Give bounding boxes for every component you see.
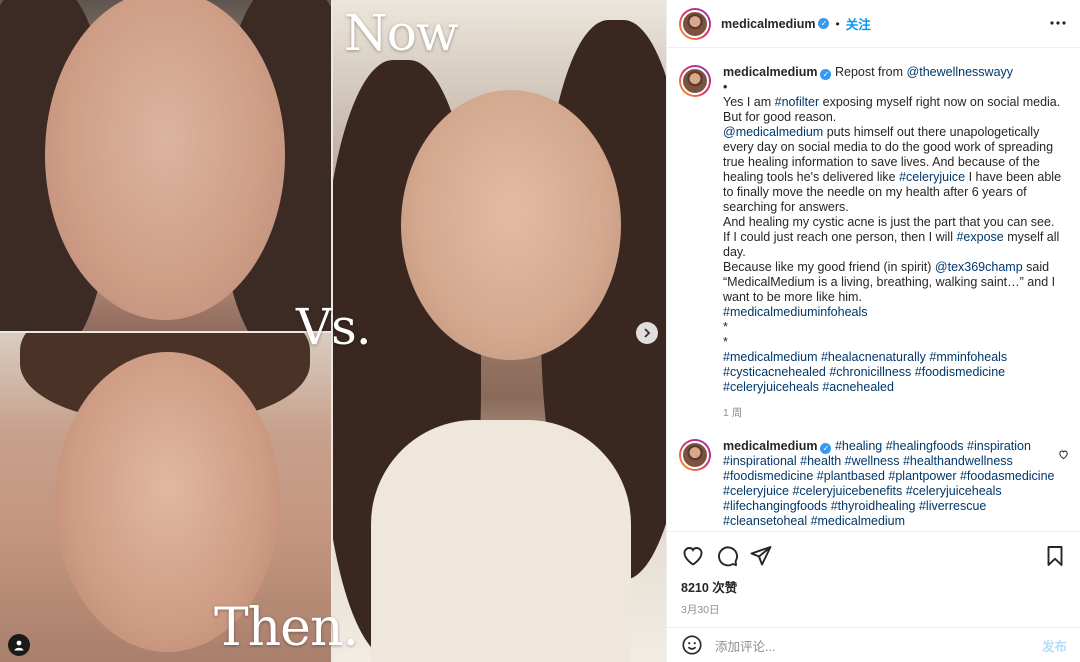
hashtag-line[interactable]: #lifechangingfoods #thyroidhealing #live…: [723, 499, 1067, 514]
header-separator: •: [835, 16, 840, 31]
post-comment-button[interactable]: 发布: [1042, 636, 1067, 655]
like-count[interactable]: 8210 次赞: [681, 577, 1067, 596]
overlay-vs-text: Vs.: [296, 298, 372, 356]
mention-link[interactable]: @tex369champ: [935, 260, 1023, 274]
hashtag-link[interactable]: #medicalmediuminfoheals: [723, 305, 1067, 320]
before-photo-top: [0, 0, 331, 332]
mention-link[interactable]: @medicalmedium: [723, 125, 823, 139]
heart-outline-icon: [1059, 450, 1068, 460]
caption-body: medicalmedium ✓ Repost from @thewellnessw…: [723, 65, 1067, 421]
header-username[interactable]: medicalmedium: [721, 17, 815, 31]
avatar[interactable]: [679, 439, 711, 471]
paper-plane-icon[interactable]: [749, 544, 773, 568]
comments-section[interactable]: medicalmedium ✓ Repost from @thewellnessw…: [667, 49, 1080, 531]
overlay-now-text: Now: [344, 4, 459, 62]
post-date[interactable]: 3月30日: [681, 602, 1067, 617]
collage-divider-horizontal: [0, 331, 331, 333]
hashtag-line[interactable]: #celeryjuice #celeryjuicebenefits #celer…: [723, 484, 1067, 499]
caption: medicalmedium ✓ Repost from @thewellnessw…: [679, 65, 1067, 421]
comment-input[interactable]: 添加评论...: [715, 636, 1042, 655]
user-tags-button[interactable]: [8, 634, 30, 656]
verified-badge-icon: ✓: [820, 69, 832, 80]
after-photo: [331, 0, 666, 662]
comment-username[interactable]: medicalmedium: [723, 439, 817, 453]
hashtag-line[interactable]: #healing #healingfoods #inspiration: [835, 439, 1031, 453]
post-header: medicalmedium ✓ • 关注: [667, 0, 1080, 48]
hashtag-line[interactable]: #celeryjuiceheals #acnehealed: [723, 380, 1067, 395]
hashtag-link[interactable]: #expose: [956, 230, 1003, 244]
hashtag-link[interactable]: #nofilter: [775, 95, 819, 109]
add-comment-bar: 添加评论... 发布: [667, 627, 1080, 662]
caption-text: Because like my good friend (in spirit): [723, 260, 935, 274]
post-modal: Now Vs. Then. medicalmedium ✓ • 关注 medic…: [0, 0, 1080, 662]
hashtag-line[interactable]: #cysticacnehealed #chronicillness #foodi…: [723, 365, 1067, 380]
comment-item: medicalmedium ✓ #healing #healingfoods #i…: [679, 439, 1067, 529]
caption-username[interactable]: medicalmedium: [723, 65, 817, 79]
overlay-then-text: Then.: [214, 598, 359, 658]
avatar[interactable]: [679, 7, 711, 40]
follow-button[interactable]: 关注: [846, 14, 871, 33]
comment-bubble-icon[interactable]: [715, 544, 739, 568]
chevron-right-icon: [644, 328, 651, 338]
action-bar: [681, 544, 1067, 568]
hashtag-line[interactable]: #foodismedicine #plantbased #plantpower …: [723, 469, 1067, 484]
more-horizontal-icon: [1050, 21, 1066, 25]
caption-star: *: [723, 320, 728, 334]
hashtag-line[interactable]: #cleansetoheal #medicalmedium: [723, 514, 1067, 529]
caption-text: And healing my cystic acne is just the p…: [723, 215, 1055, 229]
carousel-next-button[interactable]: [636, 322, 658, 344]
hashtag-link[interactable]: #celeryjuice: [899, 170, 965, 184]
comment-body: medicalmedium ✓ #healing #healingfoods #i…: [723, 439, 1067, 529]
post-actions: 8210 次赞 3月30日: [667, 531, 1080, 617]
verified-badge-icon: ✓: [820, 443, 832, 454]
post-media-carousel[interactable]: Now Vs. Then.: [0, 0, 666, 662]
caption-bullet: •: [723, 80, 728, 94]
repost-prefix: Repost from: [834, 65, 904, 79]
post-sidebar: medicalmedium ✓ • 关注 medicalmedium ✓ Repo…: [666, 0, 1080, 662]
caption-time[interactable]: 1 周: [723, 406, 1067, 421]
bookmark-icon[interactable]: [1043, 544, 1067, 568]
heart-icon[interactable]: [681, 544, 705, 568]
caption-text: Yes I am: [723, 95, 775, 109]
avatar[interactable]: [679, 65, 711, 97]
caption-text: If I could just reach one person, then I…: [723, 230, 957, 244]
repost-mention-link[interactable]: @thewellnesswayy: [907, 65, 1013, 79]
verified-badge-icon: ✓: [818, 18, 830, 29]
comment-like-button[interactable]: [1058, 449, 1069, 463]
hashtag-line[interactable]: #medicalmedium #healacnenaturally #mminf…: [723, 350, 1067, 365]
smiley-icon[interactable]: [681, 634, 703, 656]
user-tag-icon: [14, 640, 24, 651]
more-options-button[interactable]: [1049, 14, 1067, 37]
caption-star: *: [723, 335, 728, 349]
hashtag-line[interactable]: #inspirational #health #wellness #health…: [723, 454, 1067, 469]
